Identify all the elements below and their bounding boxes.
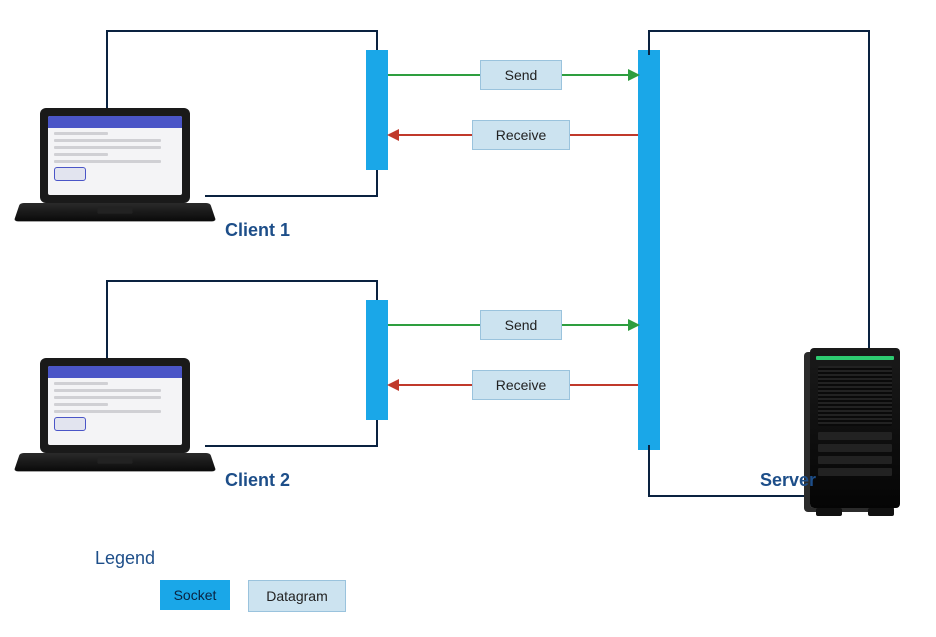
- client1-send-text: Send: [505, 67, 538, 83]
- client2-laptop: [20, 358, 210, 488]
- client2-receive-label-box: Receive: [472, 370, 570, 400]
- client2-connector-bottom: [205, 445, 378, 447]
- client1-socket: [366, 50, 388, 170]
- client1-label: Client 1: [225, 220, 290, 241]
- server-socket: [638, 50, 660, 450]
- server-connector-socket-down: [648, 445, 650, 495]
- client1-receive-arrowhead: [387, 129, 399, 141]
- client1-send-label-box: Send: [480, 60, 562, 90]
- server-connector-top-left-vertical: [648, 30, 650, 55]
- client2-receive-text: Receive: [496, 377, 547, 393]
- legend-socket-swatch: Socket: [160, 580, 230, 610]
- client2-connector-top: [106, 280, 378, 282]
- server-connector-bottom: [648, 495, 813, 497]
- client1-receive-label-box: Receive: [472, 120, 570, 150]
- client1-connector-top: [106, 30, 378, 32]
- client1-connector-bottom: [205, 195, 378, 197]
- client1-laptop: [20, 108, 210, 238]
- client2-socket: [366, 300, 388, 420]
- client2-receive-arrowhead: [387, 379, 399, 391]
- legend-datagram-text: Datagram: [266, 588, 327, 604]
- client2-send-label-box: Send: [480, 310, 562, 340]
- legend-title: Legend: [95, 548, 155, 569]
- client2-send-text: Send: [505, 317, 538, 333]
- server-connector-top: [648, 30, 870, 32]
- client1-send-arrowhead: [628, 69, 640, 81]
- server-connector-right-vertical: [868, 30, 870, 350]
- client2-label: Client 2: [225, 470, 290, 491]
- client2-send-arrowhead: [628, 319, 640, 331]
- legend-datagram-swatch: Datagram: [248, 580, 346, 612]
- legend-socket-text: Socket: [174, 587, 217, 603]
- server-label: Server: [760, 470, 816, 491]
- client1-receive-text: Receive: [496, 127, 547, 143]
- server-tower: [810, 348, 910, 518]
